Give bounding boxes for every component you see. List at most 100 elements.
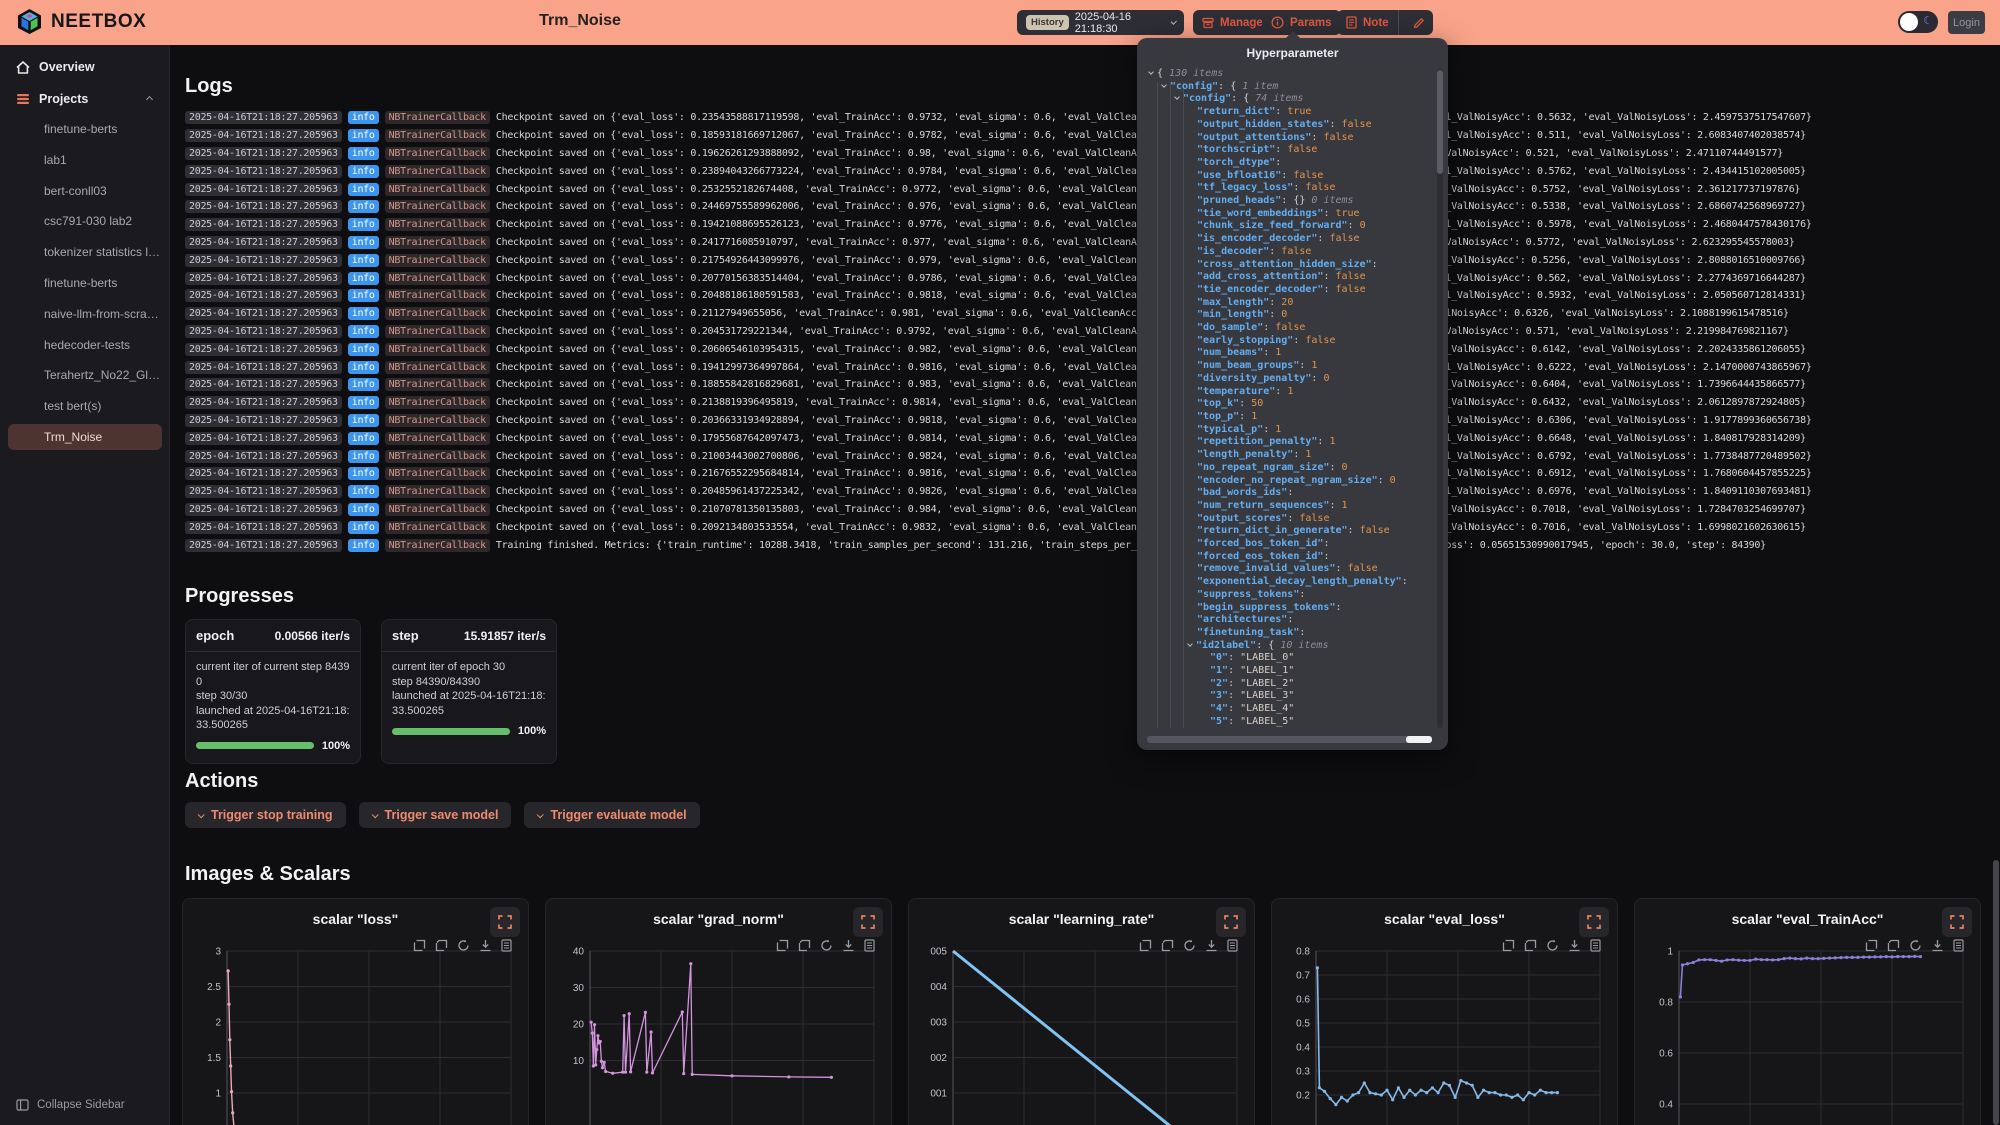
trigger-action-button[interactable]: Trigger evaluate model: [524, 802, 699, 828]
popup-vscroll-thumb[interactable]: [1437, 70, 1443, 174]
popup-hscroll-thumb[interactable]: [1406, 736, 1432, 743]
json-tree-line[interactable]: "config": { 1 item: [1145, 81, 1432, 94]
download-icon[interactable]: [479, 939, 492, 952]
refresh-icon[interactable]: [1183, 939, 1196, 952]
log-timestamp: 2025-04-16T21:18:27.205963: [185, 218, 342, 231]
page-scrollbar-thumb[interactable]: [1993, 860, 1999, 1125]
sidebar-project-item[interactable]: naive-llm-from-scratch: [8, 301, 162, 327]
data-view-icon[interactable]: [1227, 939, 1238, 952]
json-tree-line[interactable]: "config": { 74 items: [1145, 93, 1432, 106]
log-line: 2025-04-16T21:18:27.205963 info NBTraine…: [185, 518, 1990, 536]
edit-note-button[interactable]: [1405, 17, 1433, 29]
collapse-sidebar-button[interactable]: Collapse Sidebar: [16, 1099, 125, 1111]
popup-hscroll-track[interactable]: [1147, 736, 1432, 743]
trigger-action-button[interactable]: Trigger stop training: [185, 802, 346, 828]
restore-box-icon[interactable]: [798, 939, 811, 952]
refresh-icon[interactable]: [1909, 939, 1922, 952]
sidebar-item-projects[interactable]: Projects: [0, 87, 170, 111]
log-line: 2025-04-16T21:18:27.205963 info NBTraine…: [185, 358, 1990, 376]
json-tree-line: "remove_invalid_values": false: [1145, 563, 1432, 576]
progresses-section-title: Progresses: [185, 585, 294, 608]
sidebar-project-item[interactable]: tokenizer statistics llama...: [8, 239, 162, 265]
history-timestamp: 2025-04-16 21:18:30: [1075, 11, 1163, 35]
download-icon[interactable]: [1568, 939, 1581, 952]
sidebar-project-item[interactable]: lab1: [8, 147, 162, 173]
zoom-box-icon[interactable]: [1502, 939, 1515, 952]
theme-toggle[interactable]: ☾: [1898, 11, 1938, 33]
log-logger-badge: NBTrainerCallback: [385, 396, 490, 409]
trigger-action-button[interactable]: Trigger save model: [359, 802, 512, 828]
log-timestamp: 2025-04-16T21:18:27.205963: [185, 254, 342, 267]
restore-box-icon[interactable]: [435, 939, 448, 952]
zoom-box-icon[interactable]: [1139, 939, 1152, 952]
svg-text:0.6: 0.6: [1296, 995, 1310, 1006]
data-view-icon[interactable]: [1590, 939, 1601, 952]
svg-text:0.6: 0.6: [1659, 1049, 1673, 1060]
sidebar-project-item[interactable]: finetune-berts: [8, 270, 162, 296]
chart-plot-area[interactable]: 005004003002001: [917, 943, 1247, 1125]
fullscreen-icon: [1950, 915, 1964, 929]
manage-button-label: Manage: [1220, 17, 1263, 29]
sidebar-project-item[interactable]: hedecoder-tests: [8, 332, 162, 358]
sidebar-project-item[interactable]: test bert(s): [8, 393, 162, 419]
moon-icon: ☾: [1923, 14, 1933, 27]
json-tree-line[interactable]: { 130 items: [1145, 68, 1432, 81]
chart-plot-area[interactable]: 0.80.70.60.50.40.30.2: [1280, 943, 1610, 1125]
sidebar-project-item[interactable]: Trm_Noise: [8, 424, 162, 450]
expand-chart-button[interactable]: [1579, 907, 1609, 937]
chart-plot-area[interactable]: 40302010: [554, 943, 884, 1125]
restore-box-icon[interactable]: [1161, 939, 1174, 952]
sidebar-item-overview[interactable]: Overview: [0, 55, 170, 79]
download-icon[interactable]: [842, 939, 855, 952]
json-tree-line: "num_return_sequences": 1: [1145, 500, 1432, 513]
refresh-icon[interactable]: [820, 939, 833, 952]
zoom-box-icon[interactable]: [413, 939, 426, 952]
chevron-down-icon: [371, 811, 378, 818]
restore-box-icon[interactable]: [1524, 939, 1537, 952]
note-icon: [1346, 16, 1357, 29]
data-view-icon[interactable]: [501, 939, 512, 952]
download-icon[interactable]: [1931, 939, 1944, 952]
expand-chart-button[interactable]: [1216, 907, 1246, 937]
note-button[interactable]: Note: [1337, 10, 1399, 35]
data-view-icon[interactable]: [1953, 939, 1964, 952]
log-timestamp: 2025-04-16T21:18:27.205963: [185, 378, 342, 391]
chart-plot-area[interactable]: 10.80.60.40.2: [1643, 943, 1973, 1125]
sidebar-project-item[interactable]: Terahertz_No22_Gl261_gl...: [8, 362, 162, 388]
log-logger-badge: NBTrainerCallback: [385, 450, 490, 463]
sidebar-project-item[interactable]: csc791-030 lab2: [8, 208, 162, 234]
restore-box-icon[interactable]: [1887, 939, 1900, 952]
note-button-label: Note: [1363, 17, 1389, 29]
login-button[interactable]: Login: [1948, 11, 1985, 34]
json-tree-line[interactable]: "id2label": { 10 items: [1145, 640, 1432, 653]
json-tree-line: "0": "LABEL_0": [1145, 652, 1432, 665]
log-logger-badge: NBTrainerCallback: [385, 254, 490, 267]
svg-text:0.7: 0.7: [1296, 971, 1310, 982]
zoom-box-icon[interactable]: [1865, 939, 1878, 952]
refresh-icon[interactable]: [1546, 939, 1559, 952]
params-button[interactable]: Params: [1262, 10, 1341, 35]
log-line: 2025-04-16T21:18:27.205963 info NBTraine…: [185, 323, 1990, 341]
data-view-icon[interactable]: [864, 939, 875, 952]
expand-chart-button[interactable]: [490, 907, 520, 937]
log-level-badge: info: [348, 147, 379, 160]
sidebar-project-item[interactable]: finetune-berts: [8, 116, 162, 142]
svg-text:004: 004: [930, 982, 947, 993]
chart-plot-area[interactable]: 32.521.51: [191, 943, 521, 1125]
scalar-chart-card: scalar "learning_rate": [908, 898, 1255, 1125]
log-level-badge: info: [348, 396, 379, 409]
expand-chart-button[interactable]: [853, 907, 883, 937]
history-dropdown[interactable]: History 2025-04-16 21:18:30: [1017, 10, 1184, 35]
page-title: Trm_Noise: [539, 12, 621, 30]
log-line: 2025-04-16T21:18:27.205963 info NBTraine…: [185, 340, 1990, 358]
refresh-icon[interactable]: [457, 939, 470, 952]
download-icon[interactable]: [1205, 939, 1218, 952]
page-scrollbar[interactable]: [1992, 45, 2000, 1125]
zoom-box-icon[interactable]: [776, 939, 789, 952]
sidebar-project-item[interactable]: bert-conll03: [8, 178, 162, 204]
log-level-badge: info: [348, 414, 379, 427]
expand-chart-button[interactable]: [1942, 907, 1972, 937]
json-tree-line: "return_dict": true: [1145, 106, 1432, 119]
manage-button[interactable]: Manage: [1193, 10, 1272, 35]
log-logger-badge: NBTrainerCallback: [385, 236, 490, 249]
